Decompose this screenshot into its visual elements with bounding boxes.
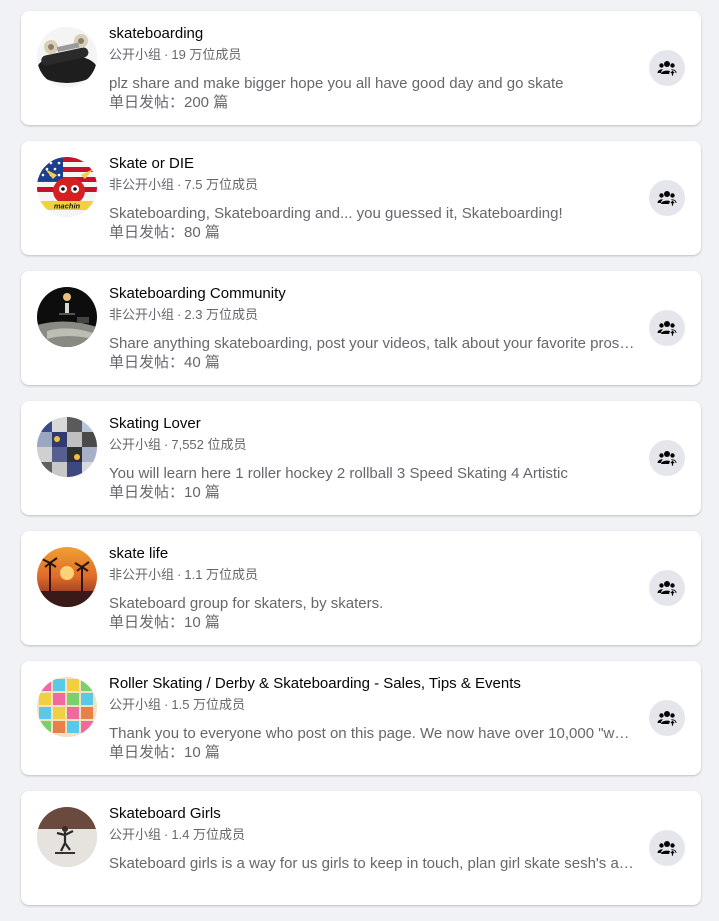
group-join-icon: [657, 581, 677, 597]
group-description: Thank you to everyone who post on this p…: [109, 725, 637, 742]
group-avatar-skateboard[interactable]: [37, 27, 97, 87]
meta-separator: ·: [164, 697, 169, 712]
group-card: machin Skate or DIE 非公开小组 · 7.5 万位成员 Skate…: [21, 141, 701, 255]
group-members: 1.1 万位成员: [184, 567, 259, 582]
group-name[interactable]: Skateboarding Community: [109, 285, 639, 303]
group-members: 7,552 位成员: [171, 437, 247, 452]
group-join-icon: [657, 61, 677, 77]
group-members: 1.5 万位成员: [171, 697, 246, 712]
join-group-button[interactable]: [649, 830, 685, 866]
join-group-button[interactable]: [649, 310, 685, 346]
group-privacy: 非公开小组: [109, 567, 175, 582]
group-name[interactable]: Skating Lover: [109, 415, 639, 433]
group-posts-per-day: 单日发帖：200 篇: [109, 94, 229, 111]
group-privacy: 公开小组: [109, 697, 162, 712]
group-privacy: 非公开小组: [109, 177, 175, 192]
group-meta: 非公开小组 · 1.1 万位成员: [109, 566, 639, 583]
meta-separator: ·: [177, 307, 182, 322]
group-name[interactable]: skate life: [109, 545, 639, 563]
group-meta: 非公开小组 · 7.5 万位成员: [109, 176, 639, 193]
group-privacy: 公开小组: [109, 47, 162, 62]
avatar-text: machin: [54, 202, 81, 211]
join-group-button[interactable]: [649, 440, 685, 476]
group-name[interactable]: Skateboard Girls: [109, 805, 639, 823]
group-meta: 公开小组 · 7,552 位成员: [109, 436, 639, 453]
group-name[interactable]: Roller Skating / Derby & Skateboarding -…: [109, 675, 639, 693]
meta-separator: ·: [177, 567, 182, 582]
group-avatar-colorful-grid[interactable]: [37, 677, 97, 737]
group-members: 1.4 万位成员: [171, 827, 246, 842]
group-meta: 公开小组 · 19 万位成员: [109, 46, 639, 63]
group-meta: 非公开小组 · 2.3 万位成员: [109, 306, 639, 323]
group-avatar-skater-girl[interactable]: [37, 807, 97, 867]
group-posts-per-day: 单日发帖：10 篇: [109, 744, 220, 761]
group-posts-per-day: 单日发帖：10 篇: [109, 614, 220, 631]
group-description: Skateboarding, Skateboarding and... you …: [109, 205, 563, 222]
group-posts-per-day: 单日发帖：10 篇: [109, 484, 220, 501]
group-card: skate life 非公开小组 · 1.1 万位成员 Skateboard gro…: [21, 531, 701, 645]
group-card: Skateboard Girls 公开小组 · 1.4 万位成员 Skateboar…: [21, 791, 701, 905]
group-description: Skateboard group for skaters, by skaters…: [109, 595, 384, 612]
meta-separator: ·: [164, 437, 169, 452]
group-avatar-skatepark-night[interactable]: [37, 287, 97, 347]
group-description: plz share and make bigger hope you all h…: [109, 75, 564, 92]
group-card: Skateboarding Community 非公开小组 · 2.3 万位成员 S…: [21, 271, 701, 385]
group-join-icon: [657, 711, 677, 727]
group-join-icon: [657, 191, 677, 207]
group-members: 2.3 万位成员: [184, 307, 259, 322]
group-join-icon: [657, 321, 677, 337]
group-members: 19 万位成员: [171, 47, 242, 62]
group-description: You will learn here 1 roller hockey 2 ro…: [109, 465, 568, 482]
group-avatar-flag-bull[interactable]: machin: [37, 157, 97, 217]
group-card: skateboarding 公开小组 · 19 万位成员 plz share and…: [21, 11, 701, 125]
meta-separator: ·: [177, 177, 182, 192]
group-privacy: 公开小组: [109, 437, 162, 452]
meta-separator: ·: [164, 827, 169, 842]
group-join-icon: [657, 841, 677, 857]
group-card: Skating Lover 公开小组 · 7,552 位成员 You will le…: [21, 401, 701, 515]
group-meta: 公开小组 · 1.4 万位成员: [109, 826, 639, 843]
group-privacy: 非公开小组: [109, 307, 175, 322]
group-description: Skateboard girls is a way for us girls t…: [109, 855, 637, 872]
group-avatar-sunset-palms[interactable]: [37, 547, 97, 607]
group-join-icon: [657, 451, 677, 467]
group-meta: 公开小组 · 1.5 万位成员: [109, 696, 639, 713]
join-group-button[interactable]: [649, 180, 685, 216]
group-results-list: skateboarding 公开小组 · 19 万位成员 plz share and…: [21, 11, 701, 921]
group-members: 7.5 万位成员: [184, 177, 259, 192]
group-name[interactable]: skateboarding: [109, 25, 639, 43]
meta-separator: ·: [164, 47, 169, 62]
group-card: Roller Skating / Derby & Skateboarding -…: [21, 661, 701, 775]
join-group-button[interactable]: [649, 570, 685, 606]
group-posts-per-day: 单日发帖：80 篇: [109, 224, 220, 241]
group-posts-per-day: 单日发帖：40 篇: [109, 354, 220, 371]
group-avatar-skates-collage[interactable]: [37, 417, 97, 477]
group-privacy: 公开小组: [109, 827, 162, 842]
join-group-button[interactable]: [649, 700, 685, 736]
group-name[interactable]: Skate or DIE: [109, 155, 639, 173]
join-group-button[interactable]: [649, 50, 685, 86]
group-description: Share anything skateboarding, post your …: [109, 335, 637, 352]
